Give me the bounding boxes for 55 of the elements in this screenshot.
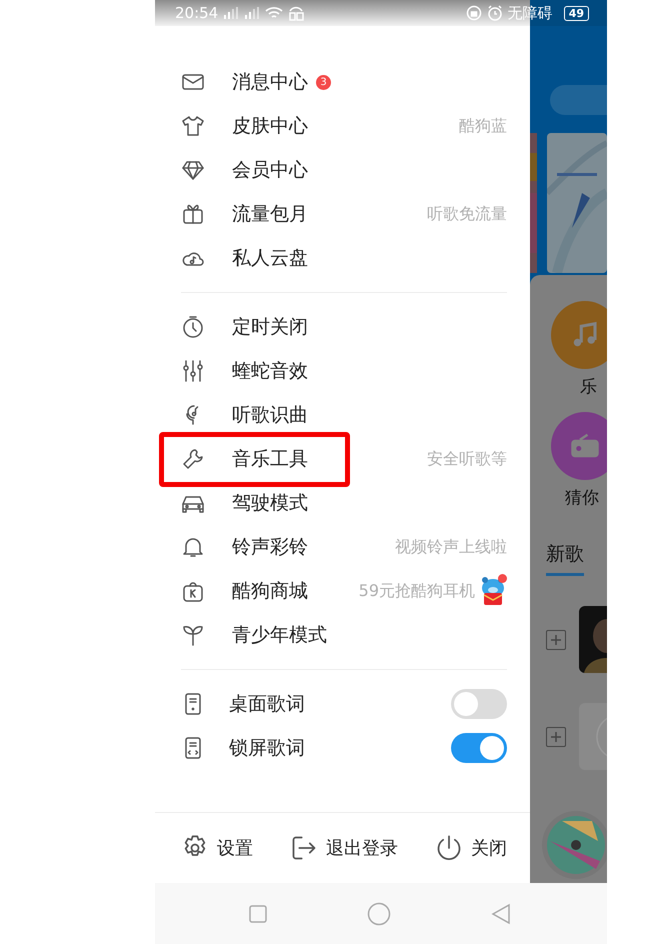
menu-item[interactable]: 定时关闭 (232, 314, 308, 340)
menu-item[interactable]: 音乐工具 (232, 446, 308, 472)
gift-icon (181, 202, 205, 226)
status-time: 20:54 (175, 4, 218, 22)
back-icon[interactable] (491, 902, 511, 924)
footer-button[interactable]: 退出登录 (290, 834, 398, 862)
shortcut-label: 猜你 (565, 487, 600, 509)
menu-hint: 视频铃声上线啦 (395, 536, 507, 558)
home-icon[interactable] (367, 902, 391, 926)
search-bar (550, 85, 607, 115)
timer-icon (181, 315, 205, 339)
shirt-icon (181, 114, 205, 138)
menu-item[interactable]: 蝰蛇音效 (232, 358, 308, 384)
menu-item[interactable]: 流量包月 (232, 201, 308, 227)
menu-hint: 安全听歌等 (427, 448, 507, 470)
menu-item[interactable]: 会员中心 (232, 157, 308, 183)
alarm-icon (486, 5, 503, 21)
add-icon (546, 630, 566, 650)
signal-icon (223, 6, 240, 20)
add-icon (546, 726, 566, 746)
shortcut-circle[interactable] (551, 412, 607, 480)
toggle-label: 桌面歌词 (229, 692, 305, 717)
shortcut-circle[interactable] (551, 301, 607, 369)
radio-icon (570, 433, 600, 459)
wrench-icon (181, 447, 205, 471)
toggle-switch[interactable] (451, 733, 507, 763)
power-icon (435, 834, 463, 862)
menu-item[interactable]: 私人云盘 (232, 245, 308, 271)
sliders-icon (181, 359, 205, 383)
menu-item[interactable]: 消息中心 (232, 69, 308, 95)
menu-item[interactable]: 酷狗商城 (232, 578, 308, 604)
rotation-lock-icon (466, 5, 482, 21)
menu-item[interactable]: 皮肤中心 (232, 113, 308, 139)
logout-icon (290, 834, 318, 862)
footer-button[interactable]: 设置 (181, 834, 253, 862)
menu-item[interactable]: 青少年模式 (232, 622, 327, 648)
menu-item[interactable]: 铃声彩铃 (232, 534, 308, 560)
menu-hint: 酷狗蓝 (459, 116, 507, 136)
menu-hint: 59元抢酷狗耳机 (358, 580, 475, 602)
shortcut-label: 乐 (580, 376, 598, 398)
wifi-icon (265, 6, 284, 20)
mascot-icon (479, 576, 507, 606)
toggle-switch[interactable] (451, 689, 507, 719)
toggle-label: 锁屏歌词 (229, 736, 305, 761)
sprout-icon (181, 623, 205, 647)
footer-button[interactable]: 关闭 (435, 834, 507, 862)
menu-hint: 听歌免流量 (427, 204, 507, 224)
section-title: 新歌 (546, 541, 584, 576)
recents-icon[interactable] (249, 904, 267, 922)
hd-call-icon (288, 5, 306, 21)
battery-level: 49 (564, 6, 589, 20)
count-badge: 3 (316, 74, 331, 90)
menu-item[interactable]: 驾驶模式 (232, 490, 308, 516)
menu-item[interactable]: 听歌识曲 (232, 402, 308, 428)
signal-icon (244, 6, 260, 20)
